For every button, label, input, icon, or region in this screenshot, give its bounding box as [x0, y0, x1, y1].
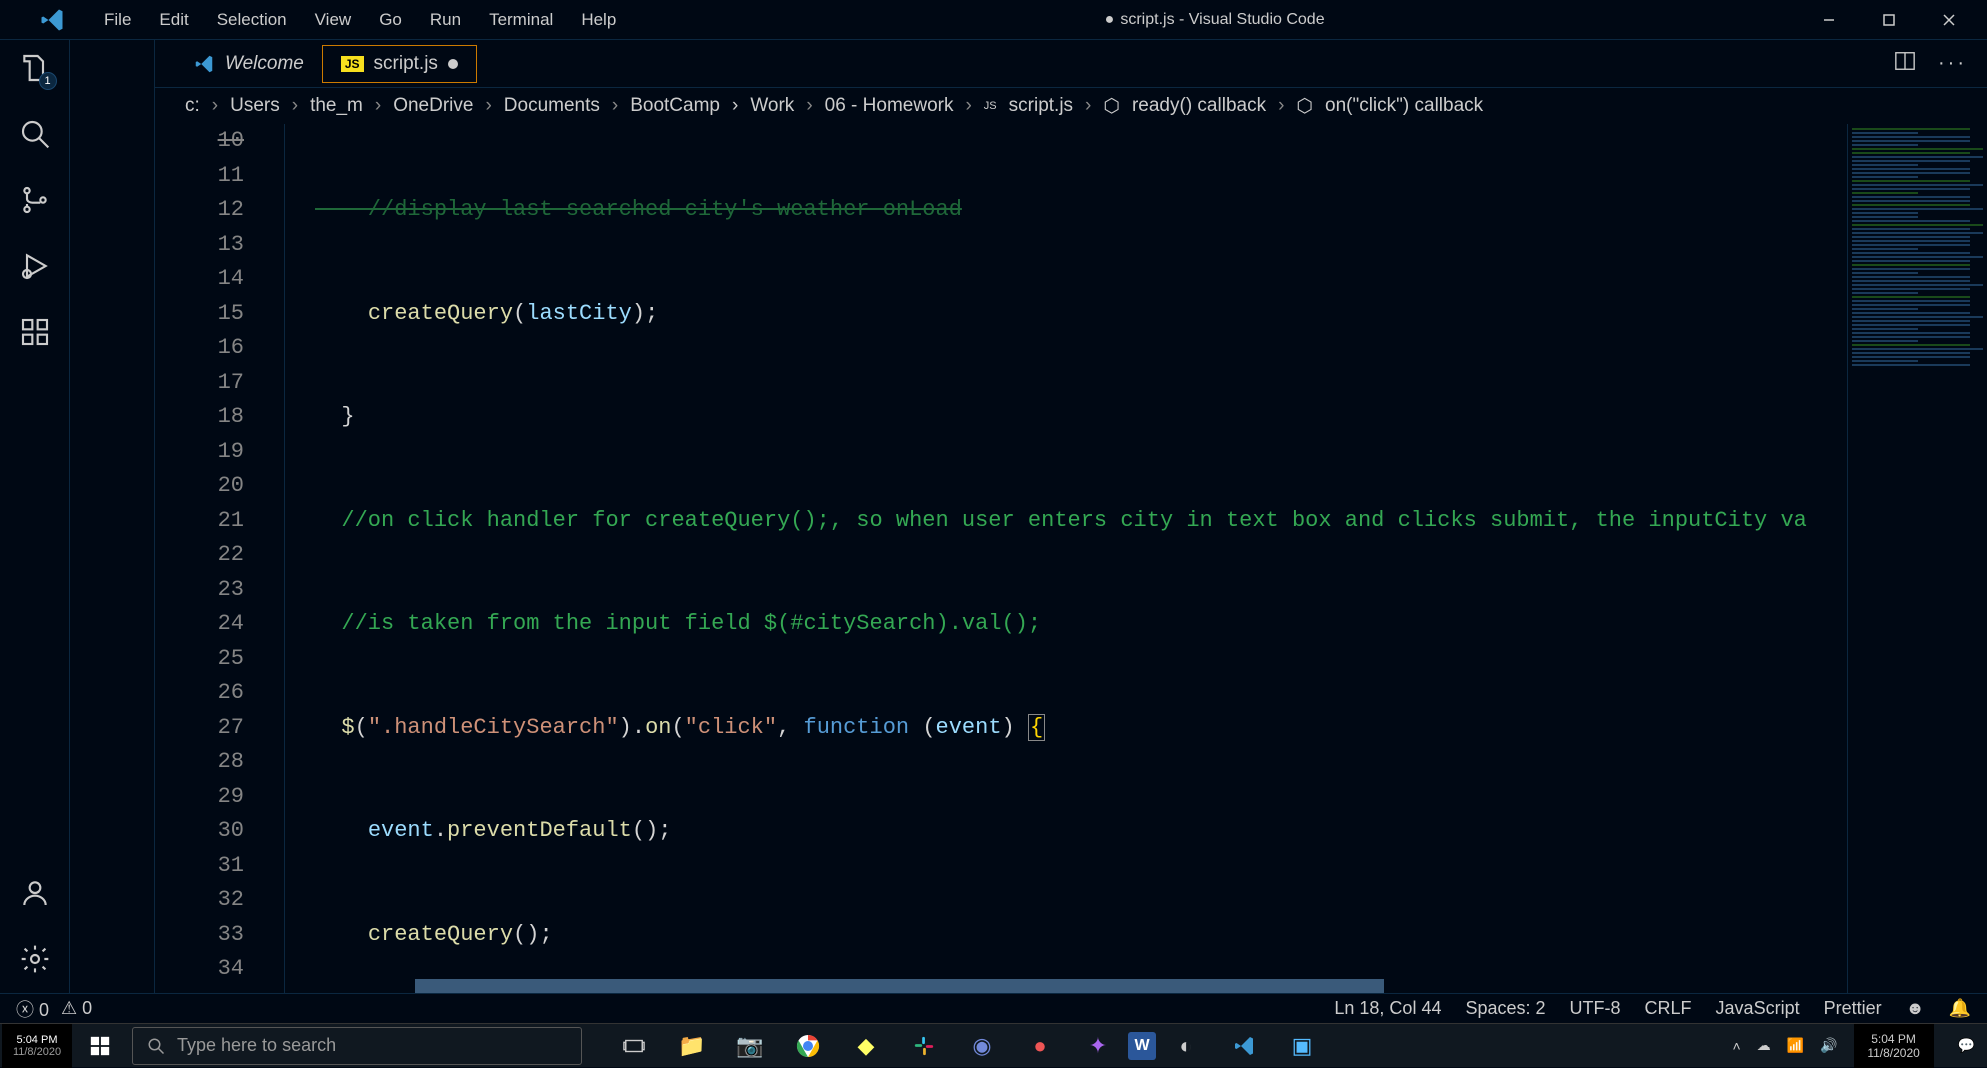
wifi-icon[interactable]: 📶: [1787, 1037, 1804, 1054]
camera-app-icon[interactable]: 📷: [722, 1024, 778, 1068]
slack-icon[interactable]: [896, 1024, 952, 1068]
settings-gear-icon[interactable]: [17, 941, 53, 977]
js-file-icon: JS: [984, 100, 997, 112]
word-icon[interactable]: W: [1128, 1032, 1156, 1060]
explorer-icon[interactable]: 1: [17, 50, 53, 86]
tab-welcome[interactable]: Welcome: [175, 45, 322, 83]
discord-icon[interactable]: ◉: [954, 1024, 1010, 1068]
window-title: ●script.js - Visual Studio Code: [630, 11, 1799, 29]
feedback-icon[interactable]: ☻: [1906, 998, 1925, 1019]
volume-icon[interactable]: 🔊: [1820, 1037, 1837, 1054]
menu-view[interactable]: View: [301, 10, 366, 30]
taskbar-search[interactable]: Type here to search: [132, 1027, 582, 1065]
scrollbar-thumb[interactable]: [415, 979, 1384, 993]
app-icon[interactable]: ◆: [838, 1024, 894, 1068]
task-view-icon[interactable]: [606, 1024, 662, 1068]
start-button[interactable]: [72, 1024, 128, 1068]
warnings-icon[interactable]: ⚠ 0: [61, 998, 92, 1019]
editor[interactable]: 10 11 12 13 14 15 16 17 18 19 20 21 22 2…: [155, 124, 1987, 993]
account-icon[interactable]: [17, 875, 53, 911]
language-mode[interactable]: JavaScript: [1716, 998, 1800, 1019]
minimize-button[interactable]: [1799, 0, 1859, 40]
menu-run[interactable]: Run: [416, 10, 475, 30]
js-file-icon: JS: [341, 56, 364, 72]
close-button[interactable]: [1919, 0, 1979, 40]
menu-edit[interactable]: Edit: [145, 10, 202, 30]
run-debug-icon[interactable]: [17, 248, 53, 284]
eol[interactable]: CRLF: [1645, 998, 1692, 1019]
menu-terminal[interactable]: Terminal: [475, 10, 567, 30]
menu-go[interactable]: Go: [365, 10, 416, 30]
errors-icon[interactable]: ⓧ 0: [16, 996, 49, 1022]
tab-script-js[interactable]: JS script.js: [322, 45, 477, 83]
line-number-gutter: 10 11 12 13 14 15 16 17 18 19 20 21 22 2…: [155, 124, 285, 993]
dirty-indicator-icon: [448, 59, 458, 69]
source-control-icon[interactable]: [17, 182, 53, 218]
indentation[interactable]: Spaces: 2: [1465, 998, 1545, 1019]
split-editor-icon[interactable]: [1894, 50, 1916, 77]
tray-chevron-icon[interactable]: ˄: [1733, 1038, 1741, 1054]
encoding[interactable]: UTF-8: [1570, 998, 1621, 1019]
notification-center-icon[interactable]: 💬: [1950, 1037, 1983, 1054]
maximize-button[interactable]: [1859, 0, 1919, 40]
formatter[interactable]: Prettier: [1824, 998, 1882, 1019]
cursor-position[interactable]: Ln 18, Col 44: [1334, 998, 1441, 1019]
chrome-icon[interactable]: [780, 1024, 836, 1068]
file-explorer-icon[interactable]: 📁: [664, 1024, 720, 1068]
app-icon[interactable]: ▣: [1274, 1024, 1330, 1068]
explorer-badge: 1: [39, 72, 57, 90]
symbol-method-icon: ⬡: [1296, 95, 1313, 118]
taskbar-clock-right[interactable]: 5:04 PM 11/8/2020: [1854, 1024, 1934, 1068]
menu-file[interactable]: File: [90, 10, 145, 30]
tab-label: Welcome: [225, 53, 304, 75]
activity-bar: 1: [0, 40, 70, 993]
onedrive-icon[interactable]: ☁: [1757, 1037, 1771, 1054]
horizontal-scrollbar[interactable]: [415, 979, 1707, 993]
menu-selection[interactable]: Selection: [203, 10, 301, 30]
steam-icon[interactable]: ◐: [1158, 1024, 1214, 1068]
tabs-container: Welcome JS script.js ···: [155, 40, 1987, 88]
taskbar-clock-left[interactable]: 5:04 PM 11/8/2020: [2, 1024, 72, 1068]
titlebar: File Edit Selection View Go Run Terminal…: [0, 0, 1987, 40]
app-icon[interactable]: ✦: [1070, 1024, 1126, 1068]
minimap[interactable]: [1847, 124, 1987, 993]
menu-help[interactable]: Help: [567, 10, 630, 30]
more-actions-icon[interactable]: ···: [1938, 52, 1967, 75]
windows-taskbar: 5:04 PM 11/8/2020 Type here to search 📁 …: [0, 1023, 1987, 1067]
symbol-method-icon: ⬡: [1103, 95, 1120, 118]
vscode-taskbar-icon[interactable]: [1216, 1024, 1272, 1068]
vscode-logo-icon: [38, 6, 66, 34]
code-content[interactable]: //display last searched city's weather o…: [285, 124, 1847, 993]
app-icon[interactable]: ●: [1012, 1024, 1068, 1068]
extensions-icon[interactable]: [17, 314, 53, 350]
sidebar-resize-handle[interactable]: [70, 40, 155, 993]
dirty-dot-icon: ●: [1105, 11, 1115, 28]
status-bar: ⓧ 0 ⚠ 0 Ln 18, Col 44 Spaces: 2 UTF-8 CR…: [0, 993, 1987, 1023]
tab-label: script.js: [374, 53, 438, 75]
search-icon[interactable]: [17, 116, 53, 152]
breadcrumb[interactable]: c:› Users› the_m› OneDrive› Documents› B…: [155, 88, 1987, 124]
notifications-icon[interactable]: 🔔: [1949, 998, 1971, 1019]
